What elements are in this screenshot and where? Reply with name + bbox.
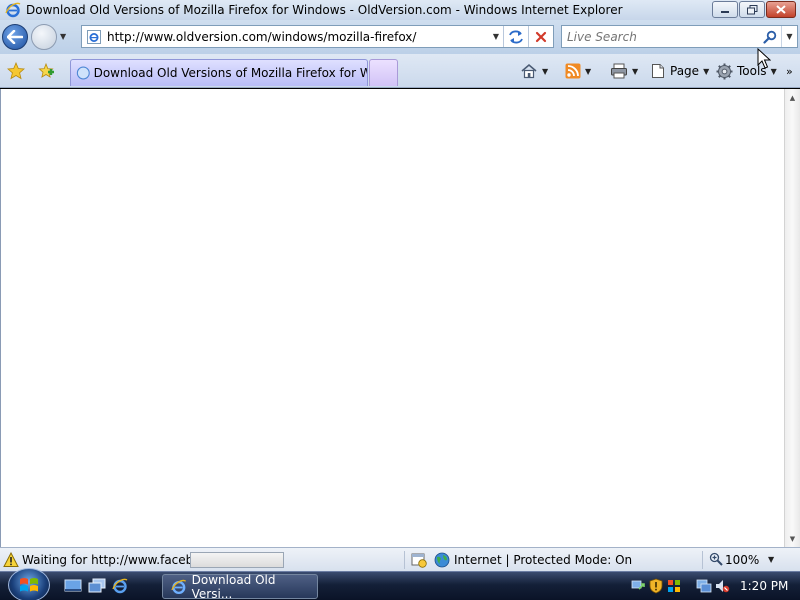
print-dropdown-icon[interactable]: ▼	[632, 67, 638, 76]
zoom-icon[interactable]	[709, 552, 723, 566]
tab-title: Download Old Versions of Mozilla Firefox…	[93, 66, 367, 80]
printer-icon	[611, 63, 627, 79]
zoom-level[interactable]: 100%	[725, 553, 759, 567]
windows-logo-icon	[20, 578, 38, 592]
loading-icon	[76, 66, 90, 80]
search-options-dropdown[interactable]: ▼	[781, 26, 797, 47]
new-tab-button[interactable]	[369, 59, 398, 86]
restore-icon	[746, 4, 757, 14]
taskbar-ie-window[interactable]: Download Old Versi...	[162, 572, 318, 600]
home-button[interactable]: ▼	[520, 62, 548, 80]
back-button[interactable]	[2, 24, 28, 50]
address-dropdown[interactable]: ▼	[489, 32, 503, 41]
divider	[404, 551, 405, 569]
search-icon	[763, 30, 777, 44]
close-icon	[776, 5, 786, 14]
show-desktop-icon[interactable]	[64, 578, 82, 594]
recent-pages-dropdown[interactable]: ▼	[60, 32, 66, 41]
divider	[702, 551, 703, 569]
ie-icon	[5, 2, 21, 18]
search-input[interactable]	[567, 27, 759, 46]
warning-icon[interactable]	[3, 552, 19, 568]
page-menu-icon	[652, 64, 664, 78]
ie-icon	[171, 579, 187, 594]
url-text[interactable]: http://www.oldversion.com/windows/mozill…	[107, 30, 489, 44]
globe-icon	[434, 552, 450, 568]
tab-command-bar: Download Old Versions of Mozilla Firefox…	[0, 54, 800, 88]
stop-icon	[535, 31, 547, 42]
window-title: Download Old Versions of Mozilla Firefox…	[26, 3, 623, 17]
page-content[interactable]	[0, 89, 784, 547]
system-tray	[630, 576, 730, 596]
add-favorites-icon[interactable]	[37, 62, 55, 80]
refresh-icon	[509, 30, 523, 43]
navigation-bar: ▼ http://www.oldversion.com/windows/mozi…	[0, 20, 800, 54]
status-message: Waiting for http://www.facebo	[22, 553, 201, 567]
vertical-scrollbar[interactable]: ▲ ▼	[784, 89, 800, 547]
scroll-up-arrow-icon[interactable]: ▲	[785, 89, 800, 106]
page-menu[interactable]: Page ▼	[650, 62, 709, 80]
windows-update-icon[interactable]	[666, 578, 682, 594]
network-sharing-icon[interactable]	[630, 578, 646, 594]
close-button[interactable]	[766, 1, 796, 18]
switch-windows-icon[interactable]	[88, 578, 106, 594]
taskbar-window-label: Download Old Versi...	[191, 572, 276, 600]
feeds-dropdown-icon[interactable]: ▼	[585, 67, 591, 76]
zoom-dropdown-icon[interactable]: ▼	[768, 555, 774, 564]
home-icon	[521, 63, 537, 79]
minimize-icon	[721, 10, 729, 13]
taskbar: Download Old Versi... 1:20 PM	[0, 568, 800, 600]
clock[interactable]: 1:20 PM	[740, 579, 788, 593]
restore-button[interactable]	[739, 1, 765, 18]
more-commands-button[interactable]: »	[786, 62, 793, 80]
stop-button[interactable]	[529, 26, 553, 47]
page-dropdown-icon: ▼	[703, 66, 710, 76]
address-bar[interactable]: http://www.oldversion.com/windows/mozill…	[81, 25, 554, 48]
print-button[interactable]: ▼	[610, 62, 638, 80]
security-zone-label[interactable]: Internet | Protected Mode: On	[454, 553, 632, 567]
popup-blocker-icon[interactable]	[411, 552, 427, 568]
forward-button[interactable]	[31, 24, 57, 50]
minimize-button[interactable]	[712, 1, 738, 18]
ie-quicklaunch-icon[interactable]	[111, 578, 129, 594]
page-icon	[87, 29, 101, 44]
tab-active[interactable]: Download Old Versions of Mozilla Firefox…	[70, 59, 368, 86]
security-shield-icon[interactable]	[648, 578, 664, 594]
refresh-button[interactable]	[504, 26, 528, 47]
mouse-cursor-icon	[757, 48, 771, 69]
gear-icon	[716, 63, 733, 79]
favorites-center-icon[interactable]	[7, 62, 25, 80]
page-menu-label: Page	[670, 64, 700, 78]
status-bar: Waiting for http://www.facebo Internet |…	[0, 547, 800, 571]
scroll-down-arrow-icon[interactable]: ▼	[785, 530, 800, 547]
network-icon[interactable]	[696, 578, 712, 594]
window-controls	[712, 1, 796, 18]
rss-icon	[565, 63, 581, 79]
volume-muted-icon[interactable]	[714, 578, 730, 594]
feeds-button[interactable]: ▼	[565, 62, 591, 80]
search-box[interactable]: ▼	[561, 25, 798, 48]
search-button[interactable]	[759, 30, 781, 44]
start-button[interactable]	[8, 568, 50, 600]
home-dropdown-icon[interactable]: ▼	[542, 67, 548, 76]
title-bar: Download Old Versions of Mozilla Firefox…	[0, 0, 800, 20]
back-arrow-icon	[7, 30, 23, 44]
progress-bar	[190, 552, 284, 568]
tools-dropdown-icon: ▼	[770, 66, 777, 76]
